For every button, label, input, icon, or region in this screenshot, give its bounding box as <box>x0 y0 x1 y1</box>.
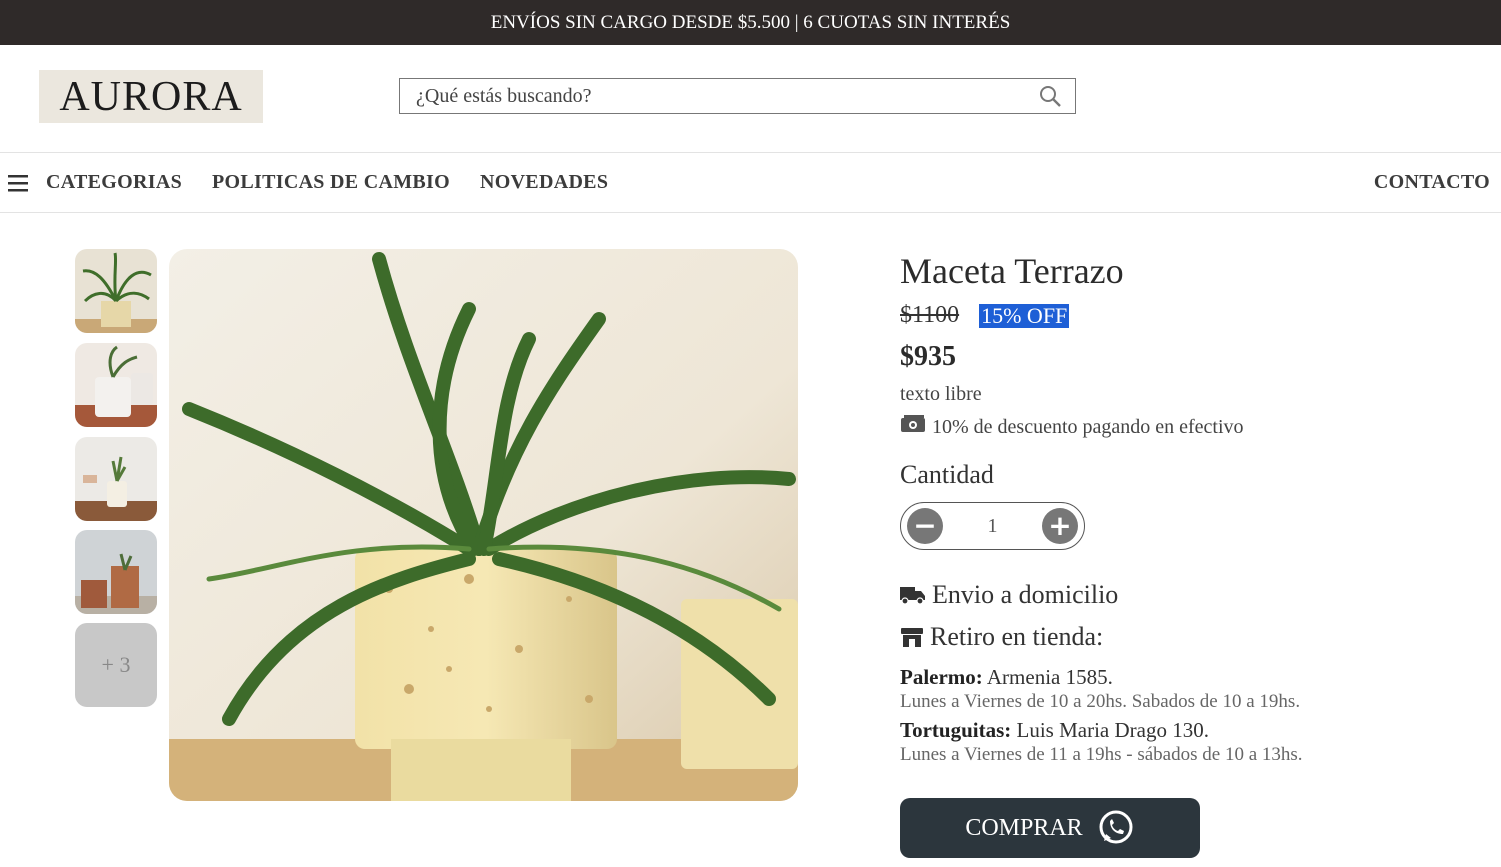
old-price: $1100 <box>900 302 960 328</box>
decrease-button[interactable]: − <box>907 508 943 544</box>
store-icon <box>900 626 924 648</box>
search-icon[interactable] <box>1025 79 1075 113</box>
announcement-text: ENVÍOS SIN CARGO DESDE $5.500 | 6 CUOTAS… <box>490 11 1011 33</box>
more-images-button[interactable]: + 3 <box>75 623 157 707</box>
product-title: Maceta Terrazo <box>900 251 1124 291</box>
increase-button[interactable]: + <box>1042 508 1078 544</box>
product-main-image[interactable] <box>169 249 798 801</box>
cash-discount: 10% de descuento pagando en efectivo <box>900 414 1460 440</box>
cash-discount-text: 10% de descuento pagando en efectivo <box>932 415 1244 438</box>
announcement-bar: ENVÍOS SIN CARGO DESDE $5.500 | 6 CUOTAS… <box>0 0 1501 45</box>
header: AURORA ¿Qué estás buscando? <box>0 45 1501 153</box>
discount-badge: 15% OFF <box>979 302 1070 328</box>
main-nav: CATEGORIAS POLITICAS DE CAMBIO NOVEDADES… <box>0 153 1501 213</box>
nav-item-categorias[interactable]: CATEGORIAS <box>46 171 182 194</box>
free-text: texto libre <box>900 383 982 405</box>
shipping-option: Envio a domicilio <box>900 580 1460 610</box>
quantity-value[interactable]: 1 <box>988 515 998 538</box>
current-price: $935 <box>900 341 956 372</box>
store-tortuguitas: Tortuguitas: Luis Maria Drago 130. Lunes… <box>900 719 1460 766</box>
buy-whatsapp-button[interactable]: COMPRAR <box>900 798 1200 858</box>
logo[interactable]: AURORA <box>39 70 263 123</box>
product-info: Maceta Terrazo $1100 15% OFF $935 texto … <box>900 250 1460 766</box>
store-name: Tortuguitas: <box>900 718 1012 742</box>
pickup-label: Retiro en tienda: <box>930 622 1104 651</box>
store-hours: Lunes a Viernes de 11 a 19hs - sábados d… <box>900 744 1303 765</box>
store-hours: Lunes a Viernes de 10 a 20hs. Sabados de… <box>900 691 1301 712</box>
store-address: Luis Maria Drago 130. <box>1016 718 1209 742</box>
buy-label: COMPRAR <box>965 814 1083 841</box>
store-address: Armenia 1585. <box>986 665 1113 689</box>
nav-item-novedades[interactable]: NOVEDADES <box>480 171 608 194</box>
hamburger-icon[interactable] <box>0 153 36 213</box>
search-input[interactable]: ¿Qué estás buscando? <box>416 85 1025 108</box>
thumbnail-3[interactable] <box>75 437 157 521</box>
nav-item-politicas-de-cambio[interactable]: POLITICAS DE CAMBIO <box>212 171 450 194</box>
thumbnail-2[interactable] <box>75 343 157 427</box>
price-row: $1100 15% OFF <box>900 302 1460 329</box>
store-name: Palermo: <box>900 665 983 689</box>
shipping-label: Envio a domicilio <box>932 580 1119 609</box>
logo-text: AURORA <box>59 73 243 120</box>
truck-icon <box>900 584 926 606</box>
pickup-option: Retiro en tienda: <box>900 622 1460 652</box>
whatsapp-icon <box>1097 809 1135 847</box>
nav-item-contacto[interactable]: CONTACTO <box>1374 171 1490 194</box>
thumbnail-1[interactable] <box>75 249 157 333</box>
more-images-label: + 3 <box>101 652 131 677</box>
quantity-stepper[interactable]: − 1 + <box>900 502 1085 550</box>
thumbnail-4[interactable] <box>75 530 157 614</box>
search-box[interactable]: ¿Qué estás buscando? <box>399 78 1076 114</box>
store-palermo: Palermo: Armenia 1585. Lunes a Viernes d… <box>900 666 1460 713</box>
quantity-label: Cantidad <box>900 460 994 489</box>
money-icon <box>900 414 926 440</box>
